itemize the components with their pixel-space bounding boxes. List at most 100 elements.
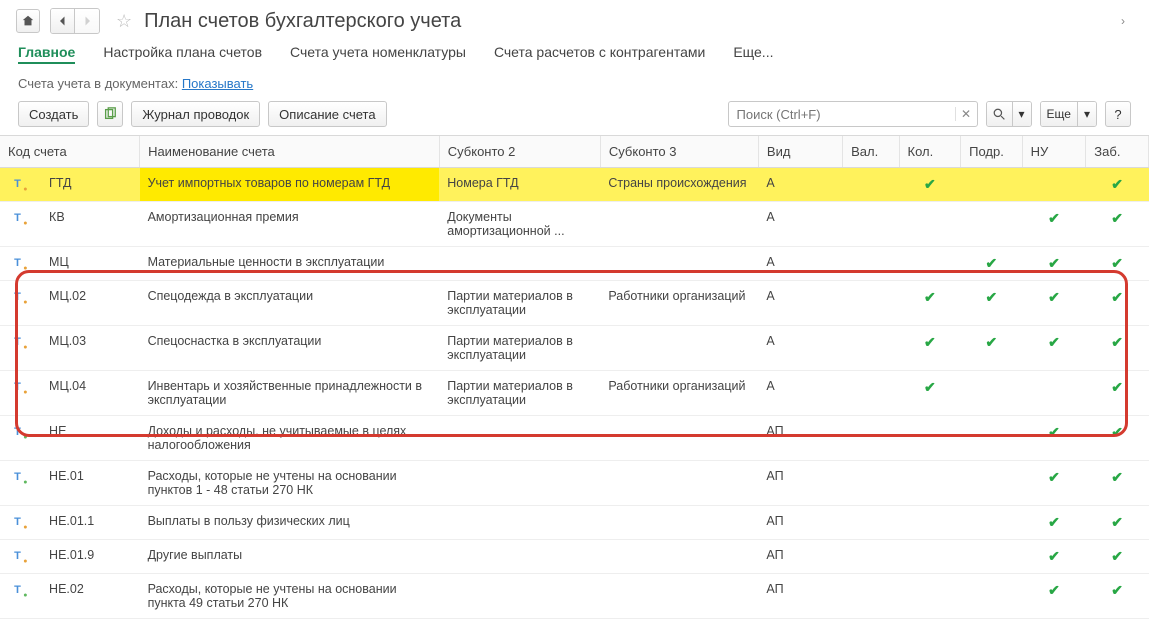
table-row[interactable]: TНЕ.01Расходы, которые не учтены на осно…	[0, 461, 1149, 506]
table-row[interactable]: TМЦМатериальные ценности в эксплуатацииА…	[0, 247, 1149, 281]
tab-4[interactable]: Еще...	[733, 44, 773, 64]
find-button: ▾	[986, 101, 1032, 127]
account-type-icon: T	[11, 471, 25, 483]
cell-sub3: Работники организаций	[600, 281, 758, 326]
cell-icon: T	[0, 247, 41, 281]
check-icon: ✔	[1048, 548, 1060, 564]
cell-sub3	[600, 416, 758, 461]
table-row[interactable]: TМЦ.04Инвентарь и хозяйственные принадле…	[0, 371, 1149, 416]
table-row[interactable]: TНЕ.02Расходы, которые не учтены на осно…	[0, 574, 1149, 619]
cell-podr	[961, 540, 1023, 574]
cell-val	[843, 168, 899, 202]
cell-zab: ✔	[1086, 247, 1149, 281]
forward-icon[interactable]	[75, 9, 99, 33]
cell-vid: АП	[758, 461, 842, 506]
favorite-star-icon[interactable]: ☆	[116, 11, 132, 32]
tab-0[interactable]: Главное	[18, 44, 75, 64]
find-dropdown-icon[interactable]: ▾	[1013, 102, 1031, 126]
check-icon: ✔	[1111, 176, 1123, 192]
table-row[interactable]: TНЕ.01.9Другие выплатыАП✔✔	[0, 540, 1149, 574]
check-icon: ✔	[1111, 210, 1123, 226]
cell-vid: АП	[758, 416, 842, 461]
cell-sub2	[439, 540, 600, 574]
table-row[interactable]: TНЕДоходы и расходы, не учитываемые в це…	[0, 416, 1149, 461]
cell-code: НЕ.01.9	[41, 540, 140, 574]
cell-icon: T	[0, 416, 41, 461]
col-kol[interactable]: Кол.	[899, 136, 961, 168]
cell-nu: ✔	[1022, 202, 1086, 247]
more-dropdown-icon[interactable]: ▾	[1078, 102, 1096, 126]
more-button-label[interactable]: Еще	[1041, 102, 1078, 126]
cell-kol	[899, 461, 961, 506]
cell-sub3: Работники организаций	[600, 371, 758, 416]
cell-vid: АП	[758, 574, 842, 619]
cell-nu: ✔	[1022, 281, 1086, 326]
cell-sub3	[600, 574, 758, 619]
cell-vid: АП	[758, 506, 842, 540]
cell-vid: А	[758, 281, 842, 326]
check-icon: ✔	[1048, 469, 1060, 485]
journal-button[interactable]: Журнал проводок	[131, 101, 260, 127]
cell-sub3	[600, 247, 758, 281]
cell-val	[843, 540, 899, 574]
cell-code: МЦ.04	[41, 371, 140, 416]
check-icon: ✔	[924, 379, 936, 395]
table-row[interactable]: TГТДУчет импортных товаров по номерам ГТ…	[0, 168, 1149, 202]
cell-code: МЦ.02	[41, 281, 140, 326]
cell-code: КВ	[41, 202, 140, 247]
cell-sub3	[600, 506, 758, 540]
cell-zab: ✔	[1086, 326, 1149, 371]
col-name[interactable]: Наименование счета	[140, 136, 440, 168]
cell-name: Расходы, которые не учтены на основании …	[140, 574, 440, 619]
account-type-icon: T	[11, 336, 25, 348]
tabs: Главное Настройка плана счетов Счета учета…	[0, 38, 1149, 72]
cell-val	[843, 416, 899, 461]
show-accounts-link[interactable]: Показывать	[182, 76, 253, 91]
cell-icon: T	[0, 326, 41, 371]
account-type-icon: T	[11, 257, 25, 269]
cell-val	[843, 202, 899, 247]
cell-nu: ✔	[1022, 506, 1086, 540]
describe-button[interactable]: Описание счета	[268, 101, 386, 127]
tab-3[interactable]: Счета расчетов с контрагентами	[494, 44, 705, 64]
cell-podr: ✔	[961, 281, 1023, 326]
clear-search-icon[interactable]: ✕	[955, 107, 977, 121]
home-icon[interactable]	[16, 9, 40, 33]
cell-sub2	[439, 416, 600, 461]
tab-2[interactable]: Счета учета номенклатуры	[290, 44, 466, 64]
table-row[interactable]: TМЦ.03Спецоснастка в эксплуатацииПартии …	[0, 326, 1149, 371]
col-vid[interactable]: Вид	[758, 136, 842, 168]
cell-name: Материальные ценности в эксплуатации	[140, 247, 440, 281]
check-icon: ✔	[1048, 582, 1060, 598]
tab-1[interactable]: Настройка плана счетов	[103, 44, 262, 64]
cell-code: МЦ	[41, 247, 140, 281]
account-type-icon: T	[11, 584, 25, 596]
col-podr[interactable]: Подр.	[961, 136, 1023, 168]
create-button[interactable]: Создать	[18, 101, 89, 127]
table-row[interactable]: TКВАмортизационная премияДокументы аморт…	[0, 202, 1149, 247]
cell-podr	[961, 168, 1023, 202]
col-zab[interactable]: Заб.	[1086, 136, 1149, 168]
cell-code: ГТД	[41, 168, 140, 202]
table-row[interactable]: TМЦ.02Спецодежда в эксплуатацииПартии ма…	[0, 281, 1149, 326]
col-nu[interactable]: НУ	[1022, 136, 1086, 168]
cell-val	[843, 326, 899, 371]
check-icon: ✔	[986, 289, 998, 305]
table-row[interactable]: TНЕ.01.1Выплаты в пользу физических лицА…	[0, 506, 1149, 540]
help-button[interactable]: ?	[1105, 101, 1131, 127]
col-code[interactable]: Код счета	[0, 136, 140, 168]
col-val[interactable]: Вал.	[843, 136, 899, 168]
cell-sub2: Номера ГТД	[439, 168, 600, 202]
cell-nu: ✔	[1022, 574, 1086, 619]
copy-button[interactable]	[97, 101, 123, 127]
magnifier-icon[interactable]	[987, 102, 1013, 126]
expand-arrow-icon[interactable]: ›	[1113, 10, 1133, 32]
col-sub2[interactable]: Субконто 2	[439, 136, 600, 168]
cell-name: Спецоснастка в эксплуатации	[140, 326, 440, 371]
cell-zab: ✔	[1086, 202, 1149, 247]
back-icon[interactable]	[51, 9, 75, 33]
col-sub3[interactable]: Субконто 3	[600, 136, 758, 168]
cell-sub3	[600, 202, 758, 247]
search-input[interactable]	[729, 107, 955, 122]
more-button: Еще ▾	[1040, 101, 1097, 127]
